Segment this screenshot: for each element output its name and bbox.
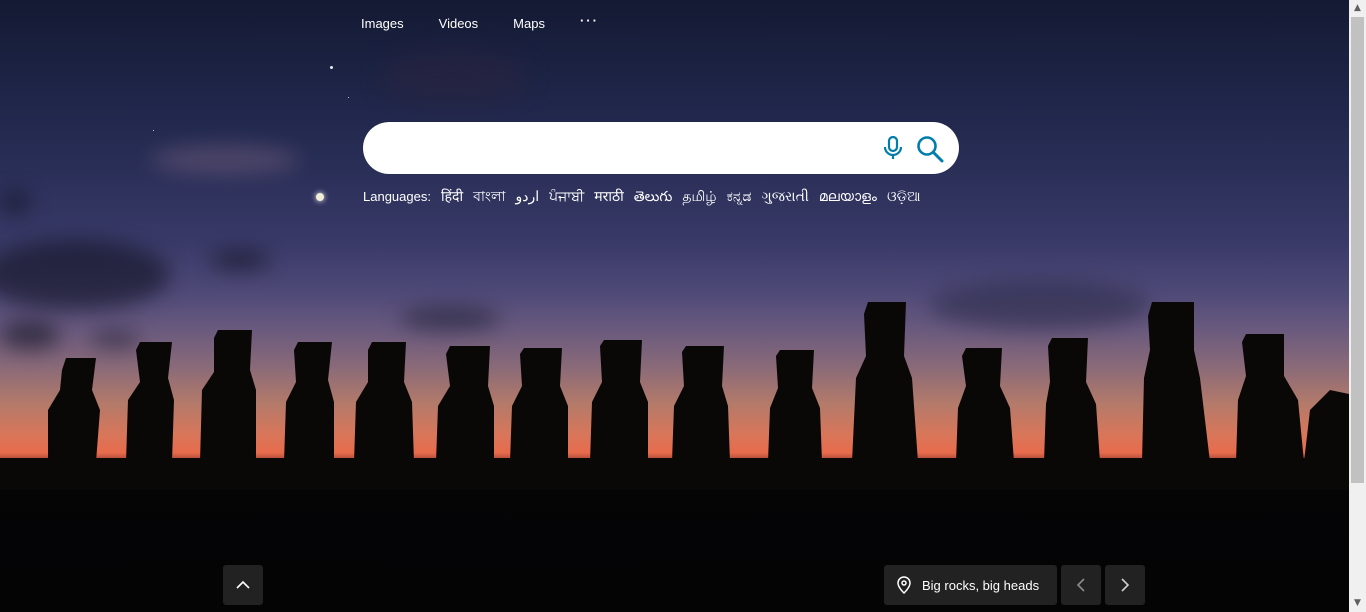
chevron-left-icon bbox=[1076, 578, 1085, 592]
star bbox=[316, 193, 324, 201]
cloud bbox=[210, 250, 270, 270]
nav-link-videos[interactable]: Videos bbox=[439, 16, 479, 31]
star bbox=[330, 66, 333, 69]
homepage-background: Images Videos Maps ··· Languages: हिंदी … bbox=[0, 0, 1366, 612]
top-nav: Images Videos Maps ··· bbox=[361, 13, 599, 31]
language-link-hindi[interactable]: हिंदी bbox=[441, 187, 463, 206]
languages-label: Languages: bbox=[363, 189, 431, 204]
star bbox=[153, 130, 154, 131]
language-link-telugu[interactable]: తెలుగు bbox=[634, 188, 673, 208]
next-image-button[interactable] bbox=[1105, 565, 1145, 605]
chevron-up-icon bbox=[236, 580, 250, 589]
language-link-odia[interactable]: ଓଡ଼ିଆ bbox=[887, 188, 921, 205]
scrollbar-thumb[interactable] bbox=[1351, 17, 1364, 483]
language-link-malayalam[interactable]: മലയാളം bbox=[819, 188, 877, 205]
nav-link-maps[interactable]: Maps bbox=[513, 16, 545, 31]
language-link-tamil[interactable]: தமிழ் bbox=[682, 188, 716, 207]
language-link-punjabi[interactable]: ਪੰਜਾਬੀ bbox=[549, 188, 584, 205]
language-link-bengali[interactable]: বাংলা bbox=[473, 185, 505, 209]
language-link-marathi[interactable]: मराठी bbox=[594, 187, 623, 206]
cloud bbox=[150, 145, 300, 175]
cloud bbox=[0, 190, 30, 215]
search-input[interactable] bbox=[385, 132, 859, 166]
location-pin-icon bbox=[897, 576, 911, 594]
star bbox=[348, 97, 349, 98]
language-link-kannada[interactable]: ಕನ್ನಡ bbox=[727, 188, 752, 205]
language-link-urdu[interactable]: اردو bbox=[515, 188, 539, 205]
page-scrollbar[interactable]: ▲ ▼ bbox=[1349, 0, 1366, 612]
cloud bbox=[380, 50, 530, 105]
image-location-button[interactable]: Big rocks, big heads bbox=[884, 565, 1057, 605]
moai-statues-silhouette bbox=[0, 302, 1349, 490]
nav-link-images[interactable]: Images bbox=[361, 16, 404, 31]
scroll-up-arrow-icon[interactable]: ▲ bbox=[1349, 0, 1366, 17]
scroll-down-arrow-icon[interactable]: ▼ bbox=[1349, 595, 1366, 612]
microphone-icon[interactable] bbox=[879, 134, 907, 162]
more-options-button[interactable]: ··· bbox=[580, 13, 599, 28]
magnifier-icon[interactable] bbox=[915, 134, 945, 164]
chevron-right-icon bbox=[1121, 578, 1130, 592]
scroll-up-button[interactable] bbox=[223, 565, 263, 605]
language-links: Languages: हिंदी বাংলা اردو ਪੰਜਾਬੀ मराठी… bbox=[363, 185, 921, 209]
previous-image-button[interactable] bbox=[1061, 565, 1101, 605]
search-box bbox=[363, 122, 959, 174]
image-location-text: Big rocks, big heads bbox=[922, 577, 1040, 593]
language-link-gujarati[interactable]: ગુજરાતી bbox=[761, 188, 808, 205]
